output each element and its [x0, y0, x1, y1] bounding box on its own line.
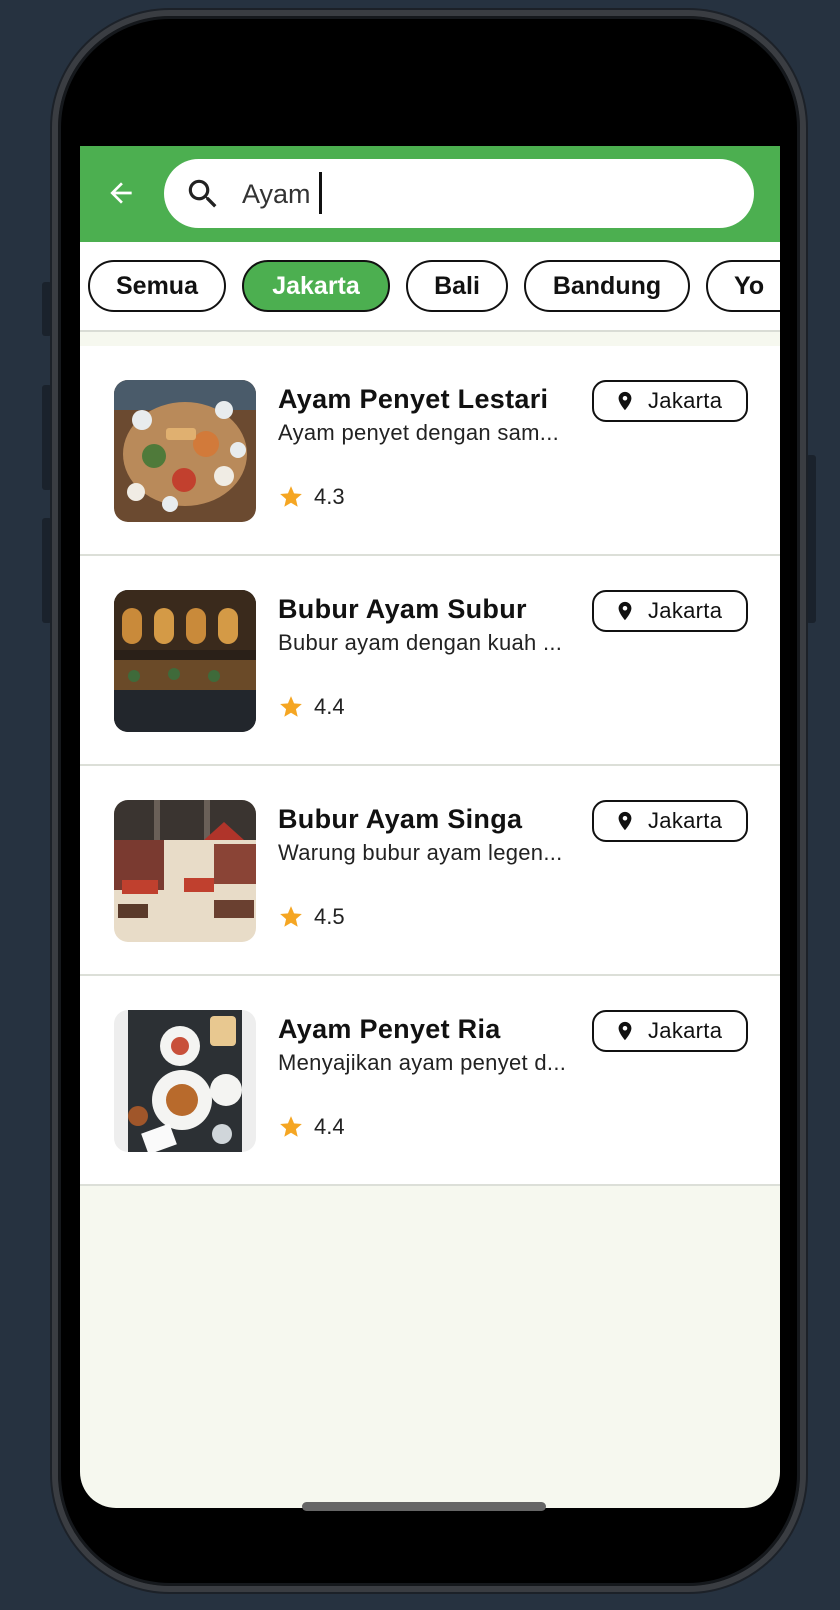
restaurant-name: Ayam Penyet Ria: [278, 1014, 501, 1044]
restaurant-description: Bubur ayam dengan kuah ...: [278, 630, 563, 655]
rating-value: 4.3: [314, 484, 345, 509]
restaurant-description: Menyajikan ayam penyet d...: [278, 1050, 567, 1075]
restaurant-rating: 4.5: [278, 904, 345, 930]
star-icon: [280, 906, 302, 927]
phone-side-button-volume-down: [42, 518, 52, 623]
restaurant-image: [114, 590, 256, 732]
app-bar: Ayam: [80, 146, 780, 242]
restaurant-card[interactable]: Bubur Ayam Subur Bubur ayam dengan kuah …: [80, 556, 780, 766]
filter-chip-bali[interactable]: Bali: [406, 260, 508, 312]
food-table-photo: [114, 380, 256, 522]
phone-side-button-power: [806, 455, 816, 623]
arrow-left-icon: [110, 182, 132, 204]
app-screen: Ayam Semua Jakarta Bali Bandung Yo Ayam …: [80, 146, 780, 1508]
dishes-flatlay-photo: [114, 1010, 256, 1152]
location-pin-icon: [618, 1021, 632, 1041]
text-cursor: [318, 171, 322, 214]
restaurant-rating: 4.4: [278, 1114, 345, 1140]
location-label: Jakarta: [648, 1018, 723, 1043]
restaurant-exterior-night-photo: [114, 590, 256, 732]
location-badge: Jakarta: [592, 380, 748, 422]
restaurant-name: Ayam Penyet Lestari: [278, 384, 549, 414]
search-icon: [188, 179, 217, 208]
filter-chip-bandung[interactable]: Bandung: [524, 260, 690, 312]
restaurant-card[interactable]: Bubur Ayam Singa Warung bubur ayam legen…: [80, 766, 780, 976]
location-label: Jakarta: [648, 388, 723, 413]
rating-value: 4.4: [314, 694, 345, 719]
back-button[interactable]: [100, 172, 142, 214]
filter-chip-jakarta[interactable]: Jakarta: [242, 260, 390, 312]
restaurant-rating: 4.3: [278, 484, 345, 510]
restaurant-image: [114, 380, 256, 522]
location-pin-icon: [618, 601, 632, 621]
restaurant-rating: 4.4: [278, 694, 345, 720]
star-icon: [280, 1116, 302, 1137]
phone-frame: Ayam Semua Jakarta Bali Bandung Yo Ayam …: [52, 10, 806, 1592]
location-badge: Jakarta: [592, 800, 748, 842]
restaurant-name: Bubur Ayam Subur: [278, 594, 527, 624]
phone-side-button-silent: [42, 282, 52, 336]
restaurant-description: Warung bubur ayam legen...: [278, 840, 563, 865]
location-badge: Jakarta: [592, 1010, 748, 1052]
restaurant-description: Ayam penyet dengan sam...: [278, 420, 560, 445]
restaurant-interior-photo: [114, 800, 256, 942]
restaurant-name: Bubur Ayam Singa: [278, 804, 523, 834]
star-icon: [280, 486, 302, 507]
search-input[interactable]: Ayam: [164, 159, 754, 228]
rating-value: 4.4: [314, 1114, 345, 1139]
phone-side-button-volume-up: [42, 385, 52, 490]
rating-value: 4.5: [314, 904, 345, 929]
search-query-text[interactable]: Ayam: [242, 171, 322, 214]
city-filter-bar: Semua Jakarta Bali Bandung Yo: [80, 242, 780, 332]
filter-chip-yogyakarta[interactable]: Yo: [706, 260, 780, 312]
restaurant-image: [114, 1010, 256, 1152]
filter-chip-semua[interactable]: Semua: [88, 260, 226, 312]
star-icon: [280, 696, 302, 717]
location-label: Jakarta: [648, 808, 723, 833]
location-pin-icon: [618, 811, 632, 831]
location-pin-icon: [618, 391, 632, 411]
restaurant-card[interactable]: Ayam Penyet Ria Menyajikan ayam penyet d…: [80, 976, 780, 1186]
restaurant-image: [114, 800, 256, 942]
restaurant-card[interactable]: Ayam Penyet Lestari Ayam penyet dengan s…: [80, 346, 780, 556]
location-badge: Jakarta: [592, 590, 748, 632]
location-label: Jakarta: [648, 598, 723, 623]
home-indicator[interactable]: [302, 1502, 546, 1511]
